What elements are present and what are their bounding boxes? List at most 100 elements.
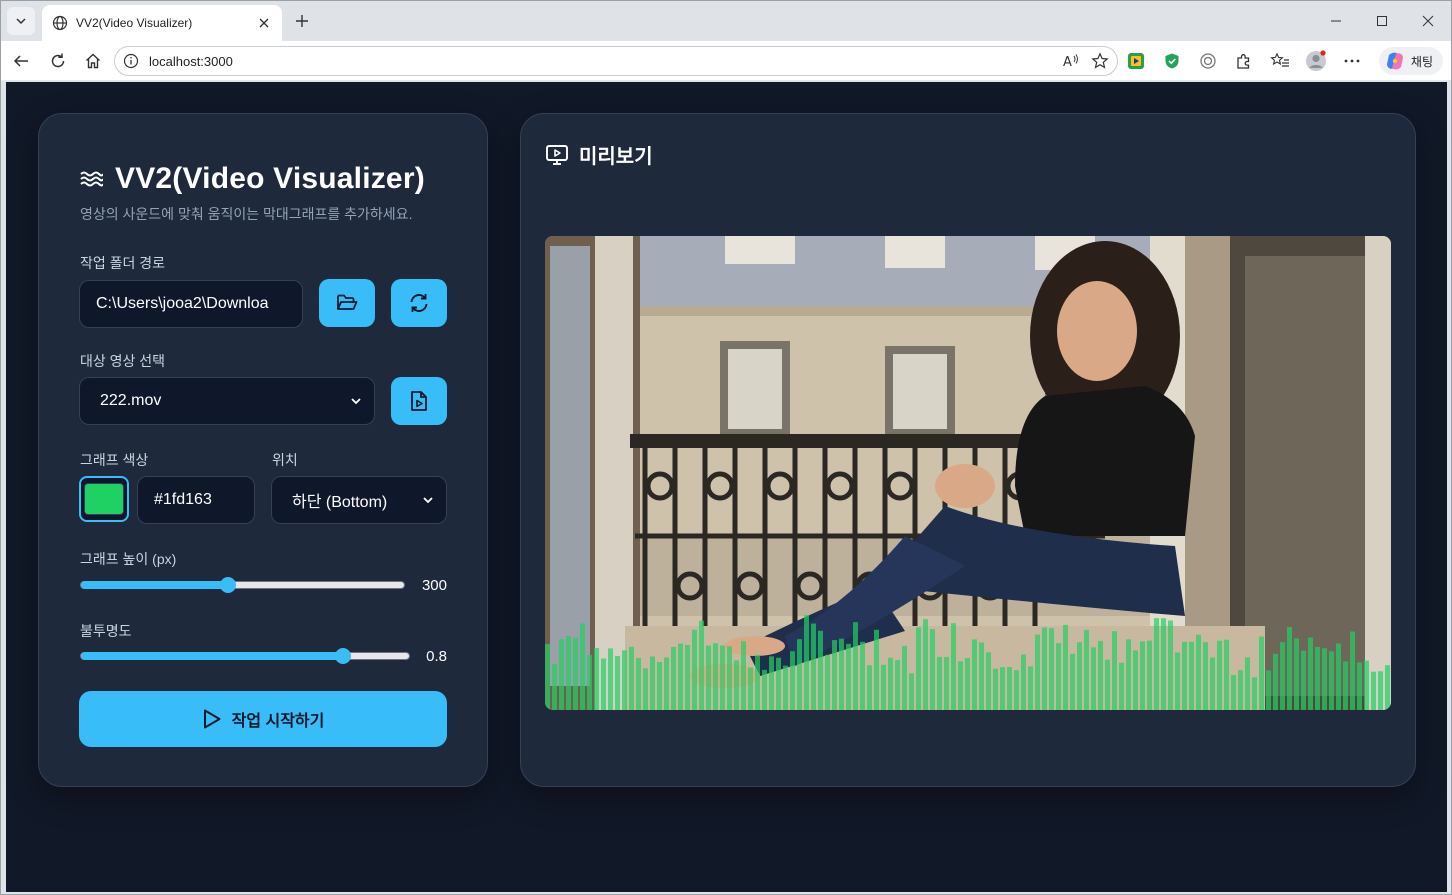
extension-button[interactable] (1125, 50, 1147, 72)
favorite-star-icon[interactable] (1091, 52, 1109, 70)
monitor-play-icon (546, 144, 568, 165)
tab-close-button[interactable] (256, 15, 272, 31)
color-picker[interactable] (79, 476, 129, 522)
position-select[interactable]: 하단 (Bottom) (271, 476, 447, 524)
refresh-button[interactable] (46, 49, 70, 73)
copilot-icon (1386, 52, 1403, 70)
audio-bar (692, 629, 697, 710)
audio-bar (804, 615, 809, 710)
browser-tab[interactable]: VV2(Video Visualizer) (42, 5, 282, 41)
audio-bar (762, 669, 767, 710)
audio-bar (1364, 660, 1369, 710)
profile-button[interactable] (1305, 50, 1327, 72)
more-button[interactable] (1341, 50, 1363, 72)
audio-bar (685, 644, 690, 710)
audio-bar (664, 657, 669, 710)
read-aloud-icon[interactable]: A (1063, 53, 1081, 69)
audio-bar (867, 665, 872, 710)
maximize-button[interactable] (1359, 1, 1405, 41)
chevron-down-icon (351, 398, 361, 405)
audio-bar (846, 643, 851, 710)
graph-height-slider[interactable] (80, 577, 405, 593)
audio-bar (699, 620, 704, 710)
home-button[interactable] (81, 49, 105, 73)
arrow-left-icon (13, 55, 28, 67)
audio-bar (1196, 634, 1201, 710)
graph-color-label: 그래프 색상 (80, 452, 149, 468)
refresh-list-button[interactable] (391, 279, 447, 327)
audio-bar (769, 656, 774, 710)
position-label: 위치 (272, 452, 298, 468)
extension-button[interactable] (1161, 50, 1183, 72)
audio-bar (1168, 620, 1173, 710)
audio-bar (1287, 627, 1292, 710)
globe-icon (52, 15, 68, 31)
audio-bar (888, 657, 893, 710)
audio-bar (1385, 665, 1390, 710)
extension-button[interactable] (1197, 50, 1219, 72)
audio-bar (1280, 642, 1285, 710)
url-text: localhost:3000 (149, 53, 233, 69)
video-select-label: 대상 영상 선택 (80, 353, 166, 369)
audio-bar (1203, 642, 1208, 710)
audio-bar (1077, 642, 1082, 710)
audio-bar (1000, 667, 1005, 710)
address-bar[interactable]: localhost:3000 A (114, 46, 1118, 76)
audio-bar (1322, 648, 1327, 710)
preview-panel: 미리보기 (520, 113, 1416, 787)
copilot-chat-button[interactable]: 채팅 (1378, 47, 1443, 75)
audio-bar (958, 661, 963, 710)
close-window-button[interactable] (1405, 1, 1451, 41)
audio-bar (643, 668, 648, 710)
position-select-value: 하단 (Bottom) (292, 494, 388, 511)
audio-bar (1350, 631, 1355, 710)
audio-bar (1343, 661, 1348, 710)
audio-bar (895, 660, 900, 710)
opacity-slider[interactable] (80, 648, 410, 664)
play-icon (203, 709, 221, 729)
folder-path-input[interactable]: C:\Users\jooa2\Downloa (79, 280, 303, 328)
tab-title: VV2(Video Visualizer) (76, 16, 193, 30)
audio-bar (860, 641, 865, 710)
favorites-button[interactable] (1269, 50, 1291, 72)
tab-actions-menu-button[interactable] (7, 7, 35, 35)
audio-bar (594, 648, 599, 710)
new-tab-button[interactable] (290, 9, 314, 33)
audio-bar (1301, 650, 1306, 710)
open-folder-button[interactable] (319, 279, 375, 327)
video-frame (545, 236, 1391, 710)
audio-bar (797, 639, 802, 710)
audio-bar (1252, 677, 1257, 710)
openai-extension-icon (1200, 53, 1216, 69)
load-video-button[interactable] (391, 377, 447, 425)
audio-bar (1126, 639, 1131, 710)
back-button[interactable] (9, 49, 33, 73)
audio-bar (839, 638, 844, 710)
audio-bar (1119, 662, 1124, 710)
audio-bar (776, 657, 781, 710)
shield-icon (1165, 53, 1179, 69)
slider-thumb[interactable] (219, 577, 236, 593)
start-job-button[interactable]: 작업 시작하기 (79, 691, 447, 747)
audio-bar (1329, 651, 1334, 710)
refresh-icon (51, 53, 65, 68)
audio-bar (573, 637, 578, 710)
extensions-button[interactable] (1233, 50, 1255, 72)
video-select[interactable]: 222.mov (79, 377, 375, 425)
video-preview[interactable] (545, 236, 1391, 710)
color-hex-input[interactable]: #1fd163 (137, 476, 255, 524)
audio-bar (587, 654, 592, 710)
app-page: VV2(Video Visualizer) 영상의 사운드에 맞춰 움직이는 막… (6, 82, 1447, 892)
audio-bar (1098, 640, 1103, 710)
audio-bar (706, 645, 711, 710)
preview-title: 미리보기 (579, 146, 653, 168)
audio-bar (944, 656, 949, 710)
app-header: VV2(Video Visualizer) (79, 162, 425, 196)
avatar (1306, 50, 1326, 71)
audio-bar (811, 623, 816, 710)
audio-bar (1224, 639, 1229, 710)
minimize-icon (1331, 20, 1341, 22)
minimize-button[interactable] (1313, 1, 1359, 41)
slider-thumb[interactable] (335, 648, 352, 664)
audio-bar (1042, 627, 1047, 710)
